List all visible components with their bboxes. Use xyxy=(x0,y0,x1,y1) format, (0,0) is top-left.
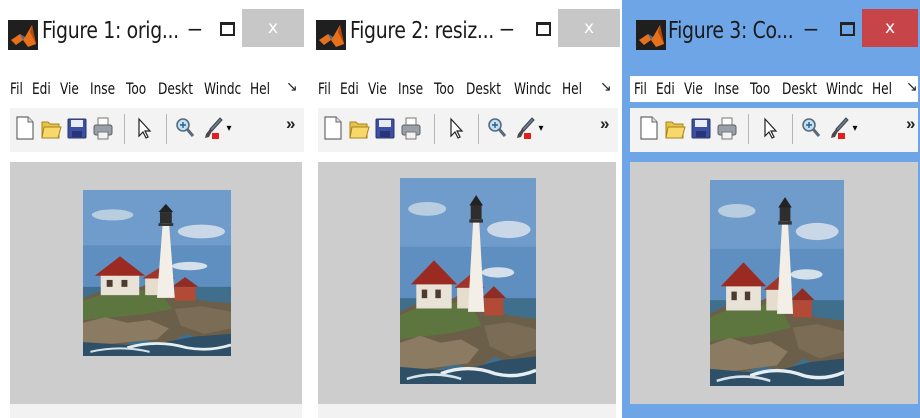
new-figure-icon[interactable] xyxy=(322,114,344,142)
figure-toolbar: ▾ » xyxy=(10,108,304,152)
menu-overflow-icon[interactable]: ↘ xyxy=(906,78,918,95)
menu-tools[interactable]: Too xyxy=(434,79,454,98)
figure-toolbar: ▾ » xyxy=(318,108,618,152)
open-file-icon[interactable] xyxy=(664,114,686,142)
menu-view[interactable]: Vie xyxy=(684,79,703,98)
menu-file[interactable]: Fil xyxy=(634,79,647,98)
menu-view[interactable]: Vie xyxy=(60,79,79,98)
minimize-button[interactable]: − xyxy=(798,12,824,46)
matlab-logo-icon xyxy=(8,20,38,50)
maximize-icon xyxy=(219,22,235,36)
close-button[interactable]: x xyxy=(862,9,918,47)
figure-toolbar: ▾ » xyxy=(630,108,918,152)
new-figure-icon[interactable] xyxy=(14,114,36,142)
dropdown-arrow-icon[interactable]: ▾ xyxy=(536,114,546,142)
lighthouse-image xyxy=(710,180,844,386)
zoom-in-icon[interactable] xyxy=(486,114,508,142)
menu-edit[interactable]: Edi xyxy=(656,79,675,98)
menu-insert[interactable]: Inse xyxy=(398,79,423,98)
menu-insert[interactable]: Inse xyxy=(714,79,739,98)
maximize-icon xyxy=(839,22,855,36)
figure-window-2[interactable]: Figure 2: resiz... − x Fil Edi Vie Inse … xyxy=(308,0,622,418)
minimize-button[interactable]: − xyxy=(494,12,520,46)
maximize-button[interactable] xyxy=(530,12,556,46)
menu-insert[interactable]: Inse xyxy=(90,79,115,98)
toolbar-separator xyxy=(434,114,435,144)
toolbar-overflow-icon[interactable]: » xyxy=(906,114,915,134)
title-bar[interactable]: Figure 3: Co... − x xyxy=(622,0,920,70)
menu-bar: Fil Edi Vie Inse Too Deskt Windc Hel ↘ xyxy=(10,76,304,102)
open-file-icon[interactable] xyxy=(40,114,62,142)
menu-file[interactable]: Fil xyxy=(10,79,23,98)
figure-canvas xyxy=(10,162,302,404)
dropdown-arrow-icon[interactable]: ▾ xyxy=(224,114,234,142)
window-title: Figure 1: orig... xyxy=(42,18,179,44)
figure-canvas xyxy=(318,162,616,404)
dropdown-arrow-icon[interactable]: ▾ xyxy=(850,114,860,142)
menu-desktop[interactable]: Deskt xyxy=(466,79,501,98)
print-icon[interactable] xyxy=(92,114,114,142)
title-bar[interactable]: Figure 1: orig... − x xyxy=(0,0,308,70)
figure-window-1[interactable]: Figure 1: orig... − x Fil Edi Vie Inse T… xyxy=(0,0,308,418)
menu-window[interactable]: Windc xyxy=(826,79,863,98)
save-icon[interactable] xyxy=(66,114,88,142)
toolbar-overflow-icon[interactable]: » xyxy=(286,114,295,134)
menu-bar: Fil Edi Vie Inse Too Deskt Windc Hel ↘ xyxy=(318,76,618,102)
menu-file[interactable]: Fil xyxy=(318,79,331,98)
toolbar-separator xyxy=(166,114,167,144)
minimize-button[interactable]: − xyxy=(182,12,208,46)
edit-plot-arrow-icon[interactable] xyxy=(444,114,466,142)
menu-help[interactable]: Hel xyxy=(872,79,892,98)
title-bar[interactable]: Figure 2: resiz... − x xyxy=(308,0,622,70)
menu-view[interactable]: Vie xyxy=(368,79,387,98)
maximize-button[interactable] xyxy=(214,12,240,46)
close-button[interactable]: x xyxy=(242,9,304,47)
open-file-icon[interactable] xyxy=(348,114,370,142)
window-title: Figure 2: resiz... xyxy=(350,18,494,44)
brush-icon[interactable] xyxy=(202,114,224,142)
menu-desktop[interactable]: Deskt xyxy=(782,79,817,98)
window-bottom-border xyxy=(10,404,302,418)
maximize-icon xyxy=(535,22,551,36)
toolbar-separator xyxy=(124,114,125,144)
menu-bar: Fil Edi Vie Inse Too Deskt Windc Hel ↘ xyxy=(630,76,918,102)
figure-canvas xyxy=(630,162,918,404)
toolbar-separator xyxy=(478,114,479,144)
lighthouse-image xyxy=(83,190,231,356)
print-icon[interactable] xyxy=(400,114,422,142)
brush-icon[interactable] xyxy=(828,114,850,142)
menu-tools[interactable]: Too xyxy=(126,79,146,98)
menu-tools[interactable]: Too xyxy=(750,79,770,98)
menu-help[interactable]: Hel xyxy=(562,79,582,98)
save-icon[interactable] xyxy=(374,114,396,142)
zoom-in-icon[interactable] xyxy=(174,114,196,142)
print-icon[interactable] xyxy=(716,114,738,142)
close-button[interactable]: x xyxy=(558,9,620,47)
window-bottom-border xyxy=(318,404,616,418)
menu-overflow-icon[interactable]: ↘ xyxy=(600,78,612,95)
menu-edit[interactable]: Edi xyxy=(32,79,51,98)
brush-icon[interactable] xyxy=(514,114,536,142)
toolbar-separator xyxy=(792,114,793,144)
maximize-button[interactable] xyxy=(834,12,860,46)
matlab-logo-icon xyxy=(636,20,666,50)
menu-window[interactable]: Windc xyxy=(514,79,551,98)
matlab-logo-icon xyxy=(316,20,346,50)
menu-help[interactable]: Hel xyxy=(250,79,270,98)
window-title: Figure 3: Co... xyxy=(668,18,794,44)
menu-desktop[interactable]: Deskt xyxy=(158,79,193,98)
edit-plot-arrow-icon[interactable] xyxy=(132,114,154,142)
toolbar-overflow-icon[interactable]: » xyxy=(600,114,609,134)
figure-window-3[interactable]: Figure 3: Co... − x Fil Edi Vie Inse Too… xyxy=(622,0,920,418)
menu-window[interactable]: Windc xyxy=(204,79,241,98)
window-bottom-border xyxy=(630,404,918,418)
toolbar-separator xyxy=(748,114,749,144)
edit-plot-arrow-icon[interactable] xyxy=(758,114,780,142)
menu-overflow-icon[interactable]: ↘ xyxy=(286,78,298,95)
save-icon[interactable] xyxy=(690,114,712,142)
zoom-in-icon[interactable] xyxy=(800,114,822,142)
new-figure-icon[interactable] xyxy=(638,114,660,142)
lighthouse-image xyxy=(400,178,536,384)
menu-edit[interactable]: Edi xyxy=(340,79,359,98)
